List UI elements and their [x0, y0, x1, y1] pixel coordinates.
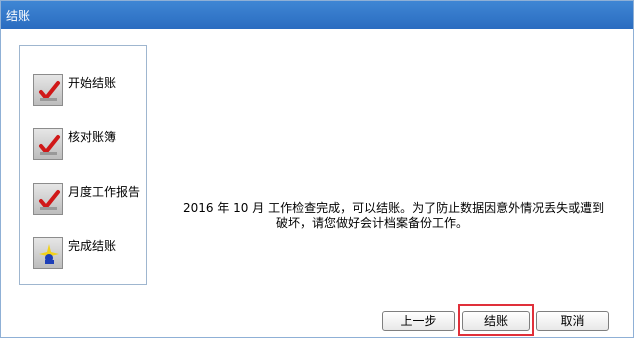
red-check-icon	[33, 183, 63, 215]
step-label: 开始结账	[68, 76, 117, 90]
steps-panel: 开始结账 核对账簿 月度工作报告 完成结账	[19, 45, 147, 285]
step-check-ledgers: 核对账簿	[33, 128, 145, 164]
closing-dialog: 结账 开始结账 核对账簿 月度工作报告 完成结账 2016 年 10 月 工作检…	[0, 0, 634, 338]
message-line-2: 破坏，请您做好会计档案备份工作。	[276, 216, 469, 230]
cancel-button[interactable]: 取消	[536, 311, 609, 331]
step-label: 月度工作报告	[68, 185, 141, 199]
status-message: 2016 年 10 月 工作检查完成，可以结账。为了防止数据因意外情况丢失或遭到…	[183, 201, 623, 231]
red-check-icon	[33, 74, 63, 106]
current-step-sparkle-icon	[33, 237, 63, 269]
step-monthly-report: 月度工作报告	[33, 183, 145, 219]
step-finish-closing: 完成结账	[33, 237, 145, 273]
step-label: 核对账簿	[68, 130, 117, 144]
close-accounts-button[interactable]: 结账	[462, 311, 530, 331]
previous-step-button[interactable]: 上一步	[382, 311, 455, 331]
step-start-closing: 开始结账	[33, 74, 145, 110]
title-bar: 结账	[1, 1, 633, 29]
message-line-1: 2016 年 10 月 工作检查完成，可以结账。为了防止数据因意外情况丢失或遭到	[183, 201, 605, 215]
step-label: 完成结账	[68, 239, 117, 253]
window-title: 结账	[6, 9, 31, 23]
red-check-icon	[33, 128, 63, 160]
